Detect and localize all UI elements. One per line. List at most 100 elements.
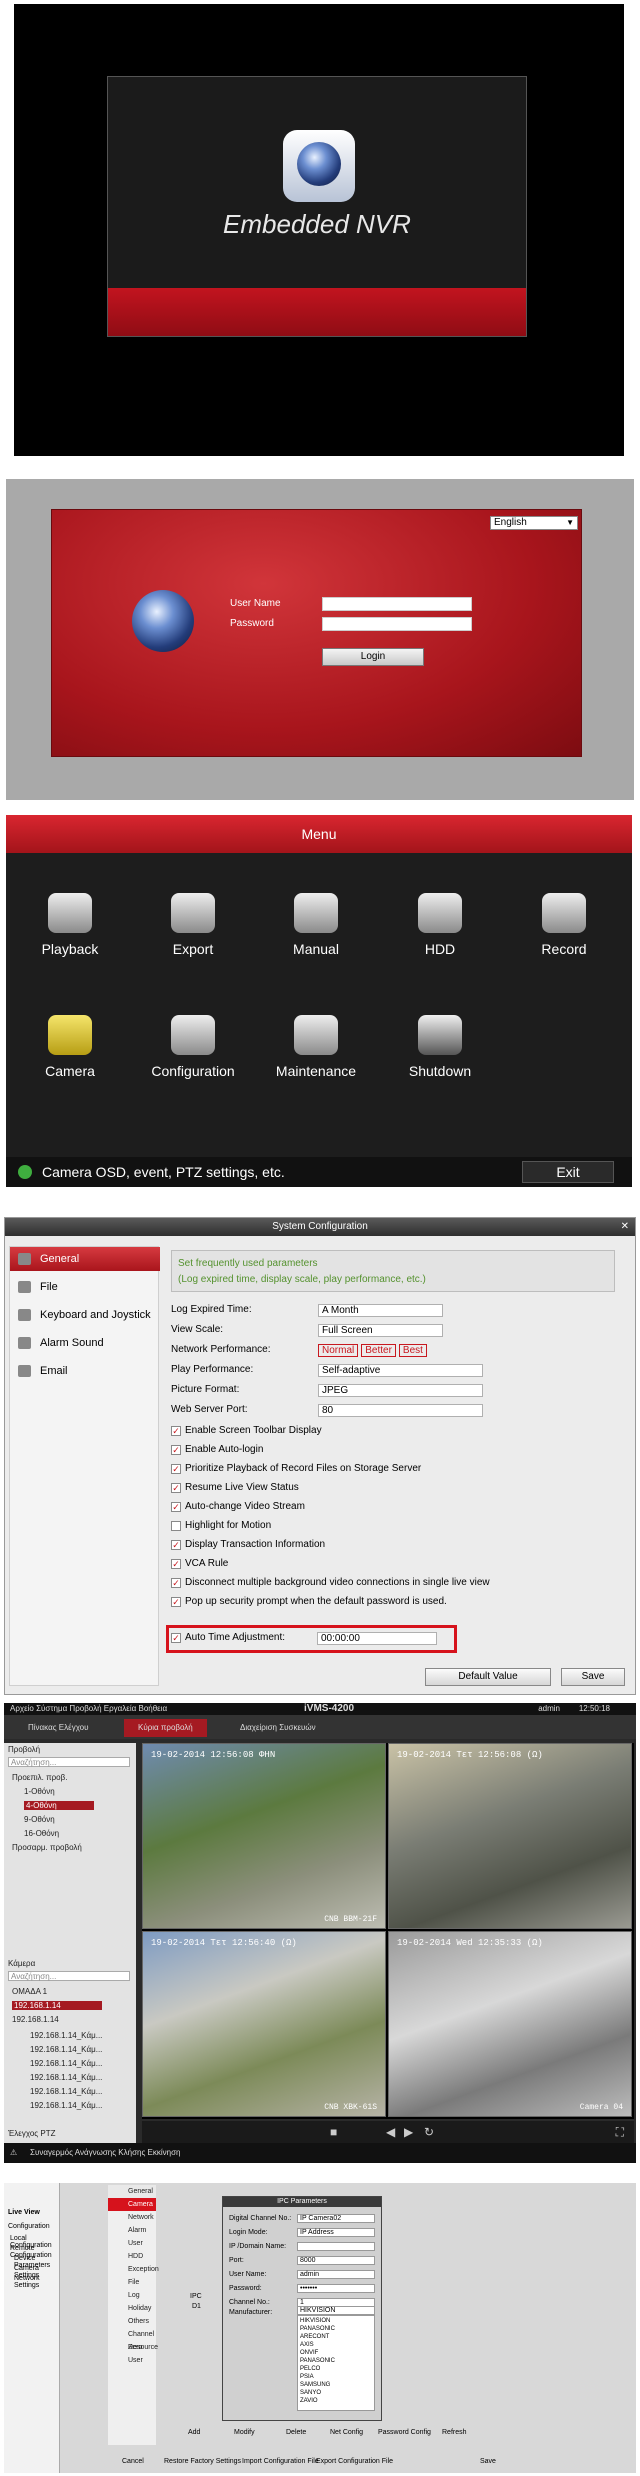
checkbox-auto-change-stream[interactable]: ✓ Auto-change Video Stream [171,1500,305,1514]
video-feed-4[interactable]: 19-02-2014 Wed 12:35:33 (Ω) Camera 04 [388,1931,632,2117]
tab-control-panel[interactable]: Πίνακας Ελέγχου [14,1719,103,1737]
option-best[interactable]: Best [398,1344,427,1357]
view-default[interactable]: Προεπιλ. προβ. [12,1773,67,1782]
checkbox-resume-live-view[interactable]: ✓ Resume Live View Status [171,1481,299,1495]
menu-item-manual[interactable]: Manual [266,893,366,957]
menu-item-camera[interactable]: Camera [20,1015,120,1079]
menu-nav-log[interactable]: Log [108,2289,156,2302]
menu-nav-alarm[interactable]: Alarm [108,2224,156,2237]
nav-configuration[interactable]: Configuration [8,2223,50,2230]
net-config-button[interactable]: Net Config [330,2429,363,2436]
dropdown-option[interactable]: PANASONIC [300,2326,335,2333]
digital-channel-select[interactable]: IP Camera02 [297,2214,375,2223]
login-mode-select[interactable]: IP Address [297,2228,375,2237]
delete-button[interactable]: Delete [286,2429,306,2436]
camera-item[interactable]: 192.168.1.14_Kάμ... [30,2059,102,2068]
video-feed-3[interactable]: 19-02-2014 Τετ 12:56:40 (Ω) CNB XBK-61S [142,1931,386,2117]
menu-item-hdd[interactable]: HDD [390,893,490,957]
menu-item-record[interactable]: Record [514,893,614,957]
stop-icon[interactable]: ■ [330,2125,337,2139]
menu-item-playback[interactable]: Playback [20,893,120,957]
video-feed-2[interactable]: 19-02-2014 Τετ 12:56:08 (Ω) [388,1743,632,1929]
view-9-screen[interactable]: 9-Οθόνη [24,1815,55,1824]
dropdown-option[interactable]: AXIS [300,2342,314,2349]
exit-button[interactable]: Exit [522,1161,614,1183]
checkbox-highlight-motion[interactable]: Highlight for Motion [171,1519,271,1533]
port-input[interactable]: 8000 [297,2256,375,2265]
menu-nav-file[interactable]: File [108,2276,156,2289]
nav-live-view[interactable]: Live View [8,2209,40,2216]
menu-nav-general[interactable]: General [108,2185,156,2198]
option-better[interactable]: Better [361,1344,396,1357]
log-expired-select[interactable]: A Month [318,1304,443,1317]
dropdown-option[interactable]: PELCO [300,2366,320,2373]
dropdown-option[interactable]: ZAVIO [300,2398,318,2405]
camera-search-input[interactable]: Αναζήτηση... [8,1971,130,1981]
option-normal[interactable]: Normal [318,1344,359,1357]
dropdown-option[interactable]: SAMSUNG [300,2382,330,2389]
refresh-button[interactable]: Refresh [442,2429,467,2436]
nav-keyboard-joystick[interactable]: Keyboard and Joystick [10,1303,160,1327]
user-name-input[interactable]: admin [297,2270,375,2279]
dropdown-option[interactable]: HIKVISION [300,2318,330,2325]
restore-factory-button[interactable]: Restore Factory Settings [164,2458,241,2465]
picture-format-select[interactable]: JPEG [318,1384,483,1397]
save-button[interactable]: Save [480,2458,496,2465]
menu-nav-user[interactable]: User [108,2237,156,2250]
nav-alarm-sound[interactable]: Alarm Sound [10,1331,160,1355]
nav-file[interactable]: File [10,1275,160,1299]
modify-button[interactable]: Modify [234,2429,255,2436]
language-select[interactable]: English ▼ [490,516,578,530]
checkbox-security-prompt[interactable]: ✓ Pop up security prompt when the default… [171,1595,447,1609]
nav-network-settings[interactable]: Network Settings [14,2275,59,2289]
camera-item[interactable]: 192.168.1.14_Kάμ... [30,2073,102,2082]
nav-email[interactable]: Email [10,1359,160,1383]
previous-icon[interactable]: ◀ [386,2125,395,2139]
tab-main-view[interactable]: Κύρια προβολή [124,1719,207,1737]
group-1[interactable]: ΟΜΑΔΑ 1 [12,1987,47,1996]
camera-item[interactable]: 192.168.1.14_Kάμ... [30,2087,102,2096]
camera-item[interactable]: 192.168.1.14_Kάμ... [30,2045,102,2054]
manufacturer-select[interactable]: HIKVISION [297,2306,375,2315]
dropdown-option[interactable]: SANYO [300,2390,321,2397]
add-button[interactable]: Add [188,2429,200,2436]
menu-item-configuration[interactable]: Configuration [143,1015,243,1079]
checkbox-prioritize-playback[interactable]: ✓ Prioritize Playback of Record Files on … [171,1462,421,1476]
video-feed-1[interactable]: 19-02-2014 12:56:08 ΦΗΝ CNB BBM-21F [142,1743,386,1929]
camera-item[interactable]: 192.168.1.14_Kάμ... [30,2101,102,2110]
dropdown-option[interactable]: PANASONIC [300,2358,335,2365]
menu-nav-network[interactable]: Network [108,2211,156,2224]
dropdown-option[interactable]: ARECONT [300,2334,329,2341]
checkbox-disconnect-background[interactable]: ✓ Disconnect multiple background video co… [171,1576,490,1590]
checkbox-transaction-info[interactable]: ✓ Display Transaction Information [171,1538,325,1552]
refresh-icon[interactable]: ↻ [424,2125,434,2139]
export-config-button[interactable]: Export Configuration File [316,2458,393,2465]
checkbox-auto-time-adjustment[interactable]: ✓ Auto Time Adjustment: [171,1631,285,1645]
password-config-button[interactable]: Password Config [378,2429,431,2436]
menu-nav-exception[interactable]: Exception [108,2263,159,2276]
default-value-button[interactable]: Default Value [425,1668,551,1686]
dropdown-option[interactable]: ONVIF [300,2350,318,2357]
view-16-screen[interactable]: 16-Οθόνη [24,1829,59,1838]
fullscreen-icon[interactable]: ⛶ [616,2125,624,2140]
checkbox-screen-toolbar[interactable]: ✓ Enable Screen Toolbar Display [171,1424,322,1438]
view-scale-select[interactable]: Full Screen [318,1324,443,1337]
menu-nav-holiday[interactable]: Holiday [108,2302,156,2315]
menu-nav-others[interactable]: Others [108,2315,156,2328]
web-server-port-input[interactable]: 80 [318,1404,483,1417]
view-search-input[interactable]: Αναζήτηση... [8,1757,130,1767]
dropdown-option[interactable]: PSIA [300,2374,314,2381]
nav-general[interactable]: General [10,1247,160,1271]
group-3[interactable]: 192.168.1.14 [12,2015,59,2024]
view-custom[interactable]: Προσαρμ. προβολή [12,1843,82,1852]
save-button[interactable]: Save [561,1668,625,1686]
checkbox-auto-login[interactable]: ✓ Enable Auto-login [171,1443,263,1457]
menu-nav-channel-zero[interactable]: Channel Zero [108,2328,156,2351]
menu-item-shutdown[interactable]: Shutdown [390,1015,490,1079]
ip-domain-input[interactable] [297,2242,375,2251]
menu-nav-camera[interactable]: Camera [108,2198,156,2211]
view-1-screen[interactable]: 1-Οθόνη [24,1787,55,1796]
alarm-icon[interactable]: ⚠ [10,2143,17,2163]
tab-device-management[interactable]: Διαχείριση Συσκευών [226,1719,330,1737]
camera-item[interactable]: 192.168.1.14_Kάμ... [30,2031,102,2040]
